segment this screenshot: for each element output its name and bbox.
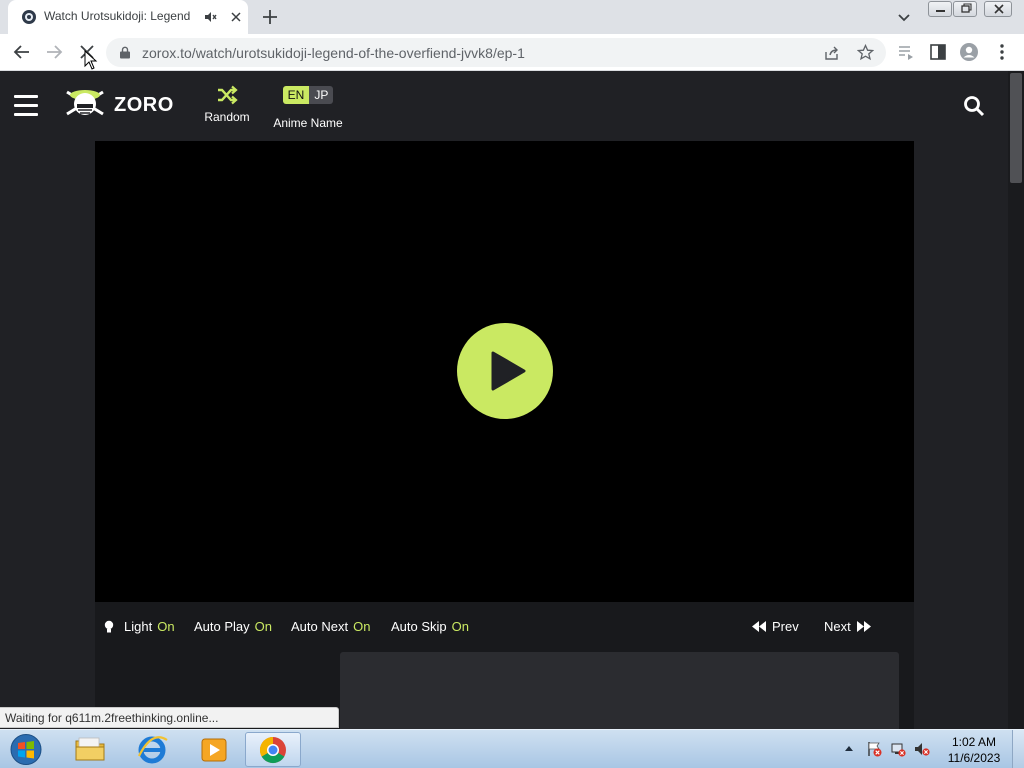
- anime-name-label: Anime Name: [273, 116, 343, 130]
- volume-muted-icon[interactable]: [914, 741, 930, 757]
- site-header: ZORO Random EN JP Anime Name: [0, 71, 1008, 141]
- windows-start-icon[interactable]: [6, 732, 46, 767]
- fast-forward-icon: [856, 621, 871, 632]
- taskbar-internet-explorer[interactable]: [124, 732, 180, 767]
- media-queue-icon[interactable]: [896, 42, 916, 62]
- lang-en-option[interactable]: EN: [282, 86, 310, 104]
- scrollbar-thumb[interactable]: [1010, 73, 1022, 183]
- search-icon[interactable]: [963, 95, 985, 117]
- address-bar[interactable]: zorox.to/watch/urotsukidoji-legend-of-th…: [106, 38, 886, 67]
- internet-explorer-icon: [138, 736, 168, 764]
- player-controls-bar: Light On Auto Play On Auto Next On Auto Ski…: [95, 602, 914, 650]
- language-toggle[interactable]: EN JP Anime Name: [268, 86, 348, 130]
- media-player-icon: [201, 738, 227, 762]
- autoplay-state: On: [254, 619, 272, 634]
- tab-title: Watch Urotsukidoji: Legend: [44, 9, 191, 23]
- taskbar-chrome[interactable]: [245, 732, 301, 767]
- autonext-label: Auto Next: [291, 619, 349, 634]
- browser-tab-active[interactable]: Watch Urotsukidoji: Legend: [8, 0, 248, 34]
- random-button[interactable]: Random: [200, 85, 254, 124]
- close-window-button[interactable]: [984, 1, 1012, 17]
- forward-arrow-icon[interactable]: [44, 42, 64, 62]
- back-arrow-icon[interactable]: [12, 42, 32, 62]
- next-label: Next: [824, 619, 851, 634]
- chrome-icon: [259, 736, 286, 764]
- rewind-icon: [752, 621, 766, 632]
- taskbar-media-player[interactable]: [186, 732, 242, 767]
- minimize-icon: [936, 10, 945, 12]
- light-state: On: [157, 619, 175, 634]
- restore-window-button[interactable]: [953, 1, 977, 17]
- speaker-muted-icon[interactable]: [204, 10, 218, 24]
- autonext-state: On: [353, 619, 371, 634]
- random-label: Random: [204, 110, 250, 124]
- show-desktop-button[interactable]: [1012, 730, 1024, 768]
- folder-icon: [75, 737, 105, 761]
- light-toggle[interactable]: Light On: [124, 619, 175, 634]
- play-button[interactable]: [457, 323, 553, 419]
- windows-taskbar: 1:02 AM 11/6/2023: [0, 729, 1024, 768]
- profile-avatar-icon[interactable]: [959, 42, 979, 62]
- autoplay-label: Auto Play: [194, 619, 250, 634]
- restore-icon: [961, 3, 972, 13]
- share-icon[interactable]: [824, 45, 840, 61]
- prev-episode-button[interactable]: Prev: [752, 619, 799, 634]
- autoskip-state: On: [451, 619, 469, 634]
- autoplay-toggle[interactable]: Auto Play On: [194, 619, 272, 634]
- tray-expand-arrow-icon[interactable]: [844, 744, 854, 752]
- next-episode-button[interactable]: Next: [824, 619, 871, 634]
- autoskip-toggle[interactable]: Auto Skip On: [391, 619, 469, 634]
- servers-panel: [340, 652, 899, 732]
- close-tab-icon[interactable]: [228, 9, 244, 25]
- zoro-logo-icon[interactable]: [63, 84, 107, 128]
- close-icon: [994, 4, 1004, 14]
- lightbulb-icon: [104, 620, 114, 633]
- video-player[interactable]: [95, 141, 914, 602]
- play-icon: [491, 351, 526, 391]
- hamburger-menu-icon[interactable]: [14, 95, 38, 116]
- action-center-flag-icon[interactable]: [866, 741, 882, 757]
- new-tab-icon[interactable]: [258, 6, 282, 28]
- lang-jp-option[interactable]: JP: [309, 86, 334, 104]
- light-label: Light: [124, 619, 153, 634]
- url-text[interactable]: zorox.to/watch/urotsukidoji-legend-of-th…: [142, 45, 525, 61]
- side-panel-icon[interactable]: [928, 42, 948, 62]
- shuffle-icon: [218, 85, 238, 105]
- logo-text[interactable]: ZORO: [114, 94, 174, 117]
- page-scrollbar[interactable]: [1008, 71, 1024, 729]
- mouse-cursor-icon: [84, 50, 98, 70]
- lock-icon[interactable]: [119, 46, 131, 59]
- clock-date: 11/6/2023: [947, 751, 1001, 765]
- bookmark-star-icon[interactable]: [857, 44, 874, 61]
- site-favicon-icon: [22, 10, 36, 24]
- network-icon[interactable]: [890, 741, 906, 757]
- screen: Watch Urotsukidoji: Legend zorox.to/watc…: [0, 0, 1024, 768]
- lang-switch[interactable]: EN JP: [282, 86, 334, 104]
- browser-toolbar: zorox.to/watch/urotsukidoji-legend-of-th…: [0, 34, 1024, 71]
- system-clock[interactable]: 1:02 AM 11/6/2023: [944, 734, 1004, 766]
- autoskip-label: Auto Skip: [391, 619, 447, 634]
- kebab-menu-icon[interactable]: [992, 42, 1012, 62]
- loading-status-bubble: Waiting for q611m.2freethinking.online..…: [0, 707, 339, 728]
- autonext-toggle[interactable]: Auto Next On: [291, 619, 370, 634]
- taskbar-explorer[interactable]: [62, 732, 118, 767]
- minimize-window-button[interactable]: [928, 1, 952, 17]
- clock-time: 1:02 AM: [951, 735, 997, 749]
- browser-tabstrip: Watch Urotsukidoji: Legend: [0, 0, 1024, 34]
- prev-label: Prev: [772, 619, 799, 634]
- chevron-down-icon[interactable]: [896, 9, 912, 25]
